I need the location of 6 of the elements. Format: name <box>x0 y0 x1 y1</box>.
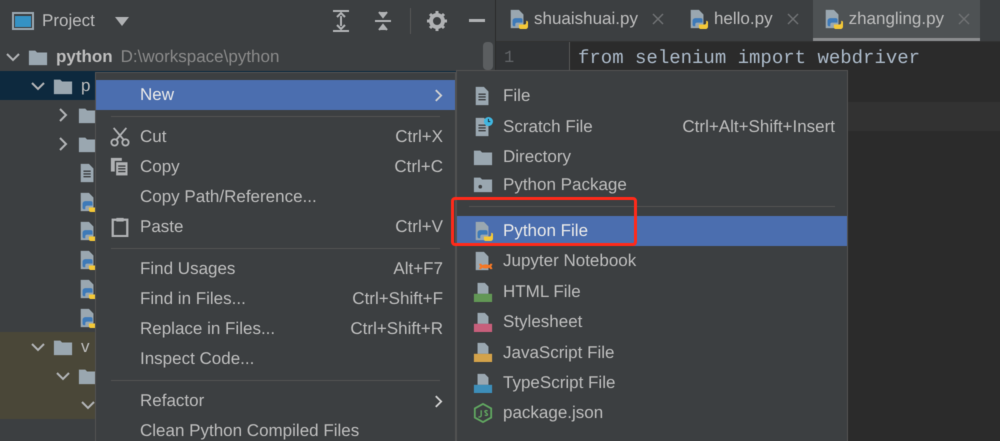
panel-title: Project <box>42 10 95 32</box>
tree-label: v <box>81 336 90 358</box>
tree-path: D:\workspace\python <box>120 46 280 68</box>
code-line: from selenium import webdriver <box>577 46 922 72</box>
tree-label: p <box>81 74 90 97</box>
tree-label: python <box>56 46 113 68</box>
